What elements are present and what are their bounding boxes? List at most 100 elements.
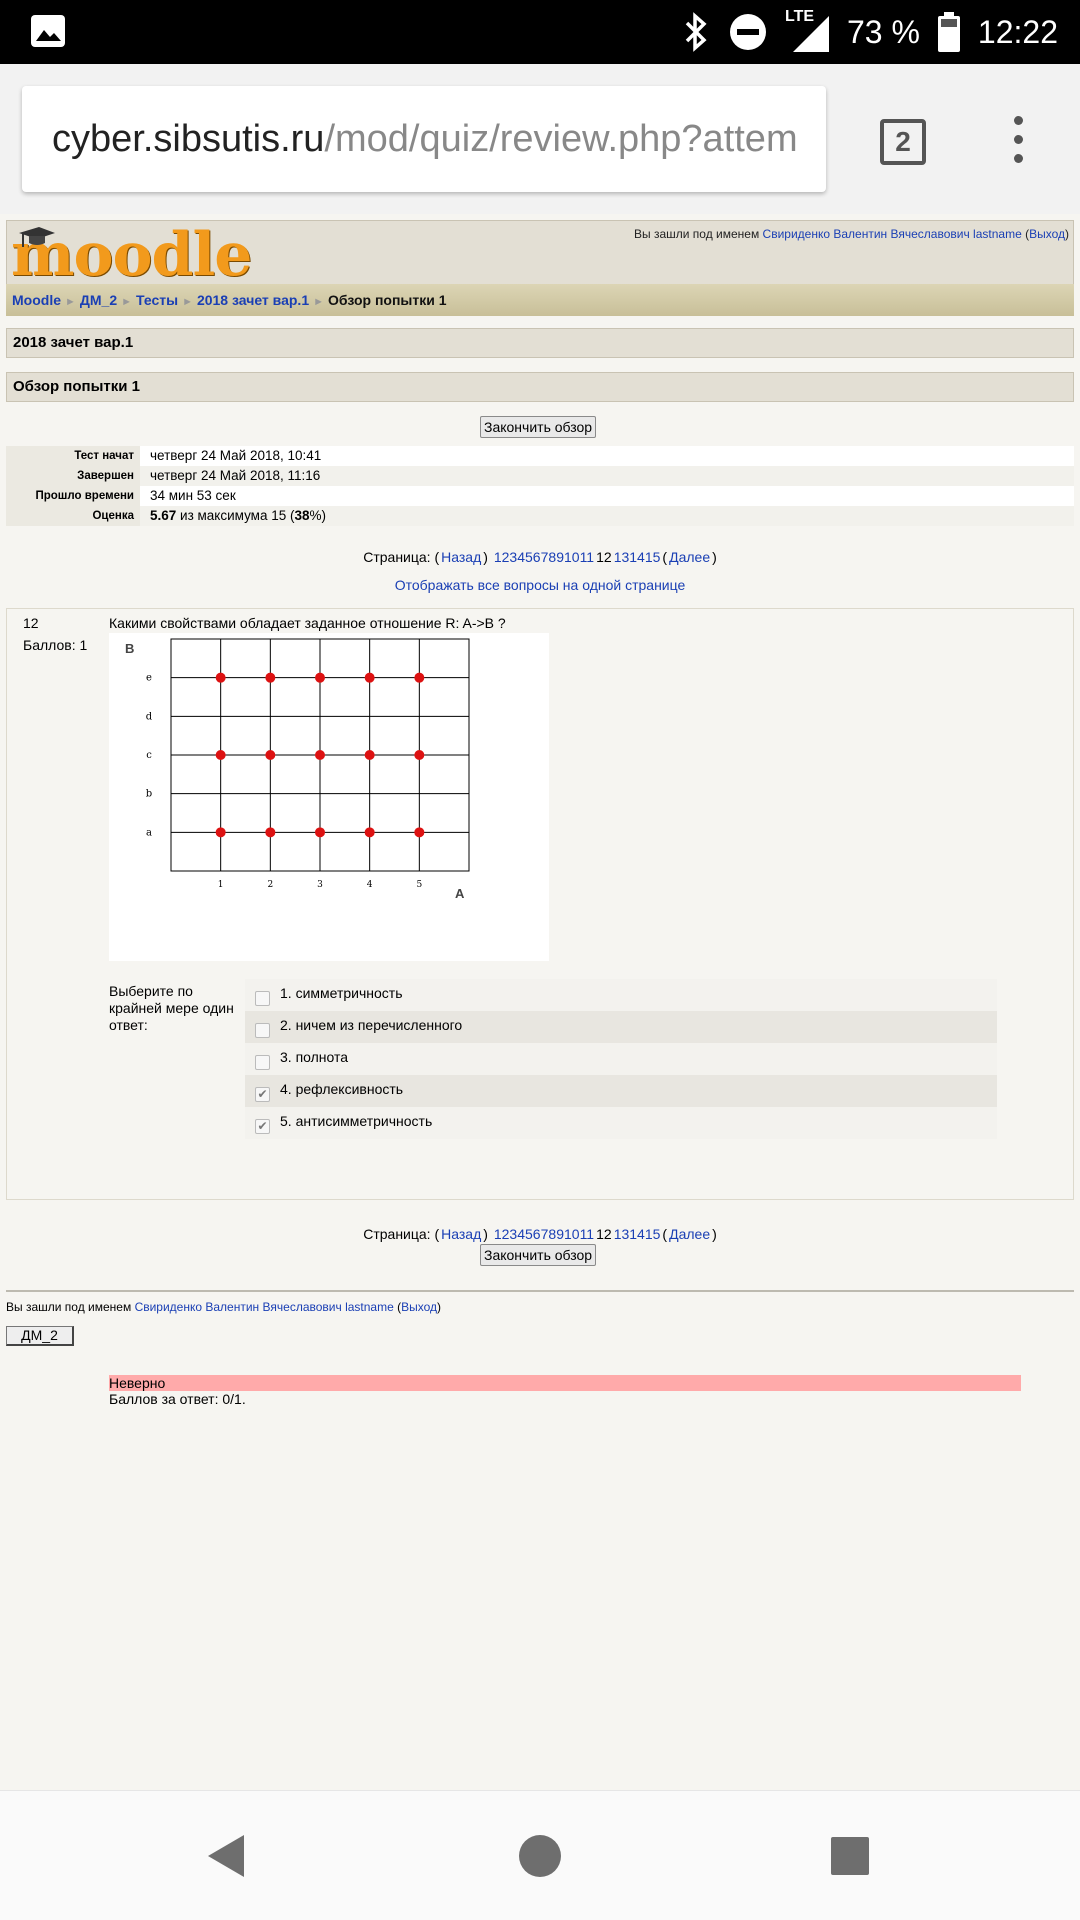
question-grade: Баллов: 1: [23, 637, 88, 653]
info-key: Завершен: [6, 466, 140, 486]
info-value: четверг 24 Май 2018, 11:16: [150, 468, 321, 483]
footer-divider: [6, 1290, 1074, 1292]
clock: 12:22: [977, 13, 1058, 50]
checkbox[interactable]: [255, 990, 270, 1006]
page-link[interactable]: 4: [517, 549, 525, 565]
page-link[interactable]: 9: [556, 549, 564, 565]
paren-close: ): [483, 549, 488, 565]
next-page-link[interactable]: Далее: [669, 1226, 710, 1242]
data-point: [414, 827, 425, 838]
table-row: Завершен четверг 24 Май 2018, 11:16: [6, 466, 1074, 486]
x-tick-label: 4: [367, 880, 373, 890]
url-path: /mod/quiz/review.php?attem: [324, 118, 798, 160]
paren-close: ): [712, 1226, 717, 1242]
review-title: Обзор попытки 1: [6, 372, 1074, 402]
page-link[interactable]: 9: [556, 1226, 564, 1242]
finish-review-button[interactable]: Закончить обзор: [480, 416, 597, 438]
page-link[interactable]: 13: [614, 549, 630, 565]
show-all-link[interactable]: Отображать все вопросы на одной странице: [0, 577, 1080, 593]
data-point: [215, 827, 226, 838]
paren-open: (: [1021, 227, 1030, 241]
answer-option: ✔ 5. антисимметричность: [245, 1107, 997, 1139]
page-link[interactable]: 11: [580, 1226, 595, 1242]
paren-close: ): [712, 549, 717, 565]
page-link[interactable]: 15: [645, 1226, 661, 1242]
page-link[interactable]: 11: [580, 549, 595, 565]
grade-percent: 38: [294, 508, 310, 523]
prev-page-link[interactable]: Назад: [441, 1226, 481, 1242]
battery-icon: [937, 12, 960, 52]
answer-option: 1. симметричность: [245, 979, 997, 1011]
home-icon[interactable]: [519, 1835, 561, 1877]
pagination-top: Страница: (Назад) 1234567891011 12 131415(…: [0, 549, 1080, 565]
user-name-link[interactable]: Свириденко Валентин Вячеславович lastnam…: [135, 1300, 394, 1314]
breadcrumb: Moodle ► ДМ_2 ► Тесты ► 2018 зачет вар.1 ► Обзор…: [6, 284, 1074, 316]
logout-link[interactable]: Выход: [1029, 227, 1065, 241]
url-host: cyber.sibsutis.ru: [52, 118, 325, 160]
page-link[interactable]: 13: [614, 1226, 630, 1242]
current-page: 12: [596, 1226, 612, 1242]
breadcrumb-tests[interactable]: Тесты: [136, 292, 178, 308]
tab-switcher-button[interactable]: 2: [880, 119, 926, 165]
page-link[interactable]: 15: [645, 549, 661, 565]
breadcrumb-separator-icon: ►: [65, 296, 76, 308]
checkbox[interactable]: [255, 1022, 270, 1038]
recent-apps-icon[interactable]: [831, 1837, 869, 1875]
show-all-text[interactable]: Отображать все вопросы на одной странице: [395, 577, 686, 593]
result-incorrect: Неверно: [109, 1375, 1021, 1391]
checkbox[interactable]: [255, 1054, 270, 1070]
page-link[interactable]: 6: [533, 1226, 541, 1242]
overflow-menu-icon[interactable]: [1006, 116, 1030, 172]
info-value: 5.67 из максимума 15 (38%): [140, 506, 326, 526]
page-link[interactable]: 14: [629, 549, 645, 565]
breadcrumb-current: Обзор попытки 1: [328, 292, 447, 308]
breadcrumb-moodle[interactable]: Moodle: [12, 292, 61, 308]
page-link[interactable]: 5: [525, 549, 533, 565]
page-link[interactable]: 5: [525, 1226, 533, 1242]
course-button[interactable]: ДМ_2: [6, 1326, 74, 1346]
x-tick-label: 5: [416, 880, 422, 890]
question-text: Какими свойствами обладает заданное отно…: [109, 615, 506, 631]
page-link[interactable]: 6: [533, 549, 541, 565]
data-point: [315, 672, 325, 683]
user-name-link[interactable]: Свириденко Валентин Вячеславович lastnam…: [763, 227, 1022, 241]
y-tick-label: b: [146, 789, 152, 800]
checkbox-checked[interactable]: ✔: [255, 1118, 270, 1134]
page-link[interactable]: 10: [564, 1226, 580, 1242]
answer-option: 2. ничем из перечисленного: [245, 1011, 997, 1043]
y-axis-label: B: [125, 641, 134, 656]
breadcrumb-course[interactable]: ДМ_2: [80, 292, 117, 308]
question-number: 12: [23, 615, 39, 631]
data-point: [315, 827, 325, 838]
x-axis-label: A: [455, 886, 465, 901]
prev-page-link[interactable]: Назад: [441, 549, 481, 565]
info-value: четверг 24 Май 2018, 10:41: [150, 448, 322, 463]
breadcrumb-quiz[interactable]: 2018 зачет вар.1: [197, 292, 309, 308]
data-point: [414, 750, 425, 760]
page-link[interactable]: 1: [494, 1226, 502, 1242]
logout-link[interactable]: Выход: [401, 1300, 437, 1314]
next-page-link[interactable]: Далее: [669, 549, 710, 565]
footer-login-info: Вы зашли под именем Свириденко Валентин …: [6, 1300, 441, 1314]
answer-list: 1. симметричность 2. ничем из перечисленн…: [245, 979, 997, 1139]
data-point: [265, 750, 276, 760]
answer-label: 3. полнота: [280, 1049, 349, 1065]
page-link[interactable]: 1: [494, 549, 502, 565]
back-icon[interactable]: [208, 1835, 244, 1877]
y-tick-label: a: [146, 827, 152, 838]
page-link[interactable]: 10: [564, 549, 580, 565]
table-row: Прошло времени 34 мин 53 сек: [6, 486, 1074, 506]
image-icon: [31, 15, 65, 47]
paren-close: ): [1065, 227, 1069, 241]
x-tick-label: 2: [267, 880, 273, 890]
moodle-logo[interactable]: moodle: [11, 225, 252, 285]
url-bar[interactable]: cyber.sibsutis.ru/mod/quiz/review.php?at…: [22, 86, 826, 192]
page-link[interactable]: 14: [629, 1226, 645, 1242]
finish-review-button-bottom[interactable]: Закончить обзор: [480, 1244, 597, 1266]
checkbox-checked[interactable]: ✔: [255, 1086, 270, 1102]
bluetooth-icon: [685, 12, 707, 52]
info-key: Оценка: [6, 506, 140, 526]
paren-close: ): [483, 1226, 488, 1242]
info-key: Тест начат: [6, 446, 140, 466]
page-link[interactable]: 4: [517, 1226, 525, 1242]
